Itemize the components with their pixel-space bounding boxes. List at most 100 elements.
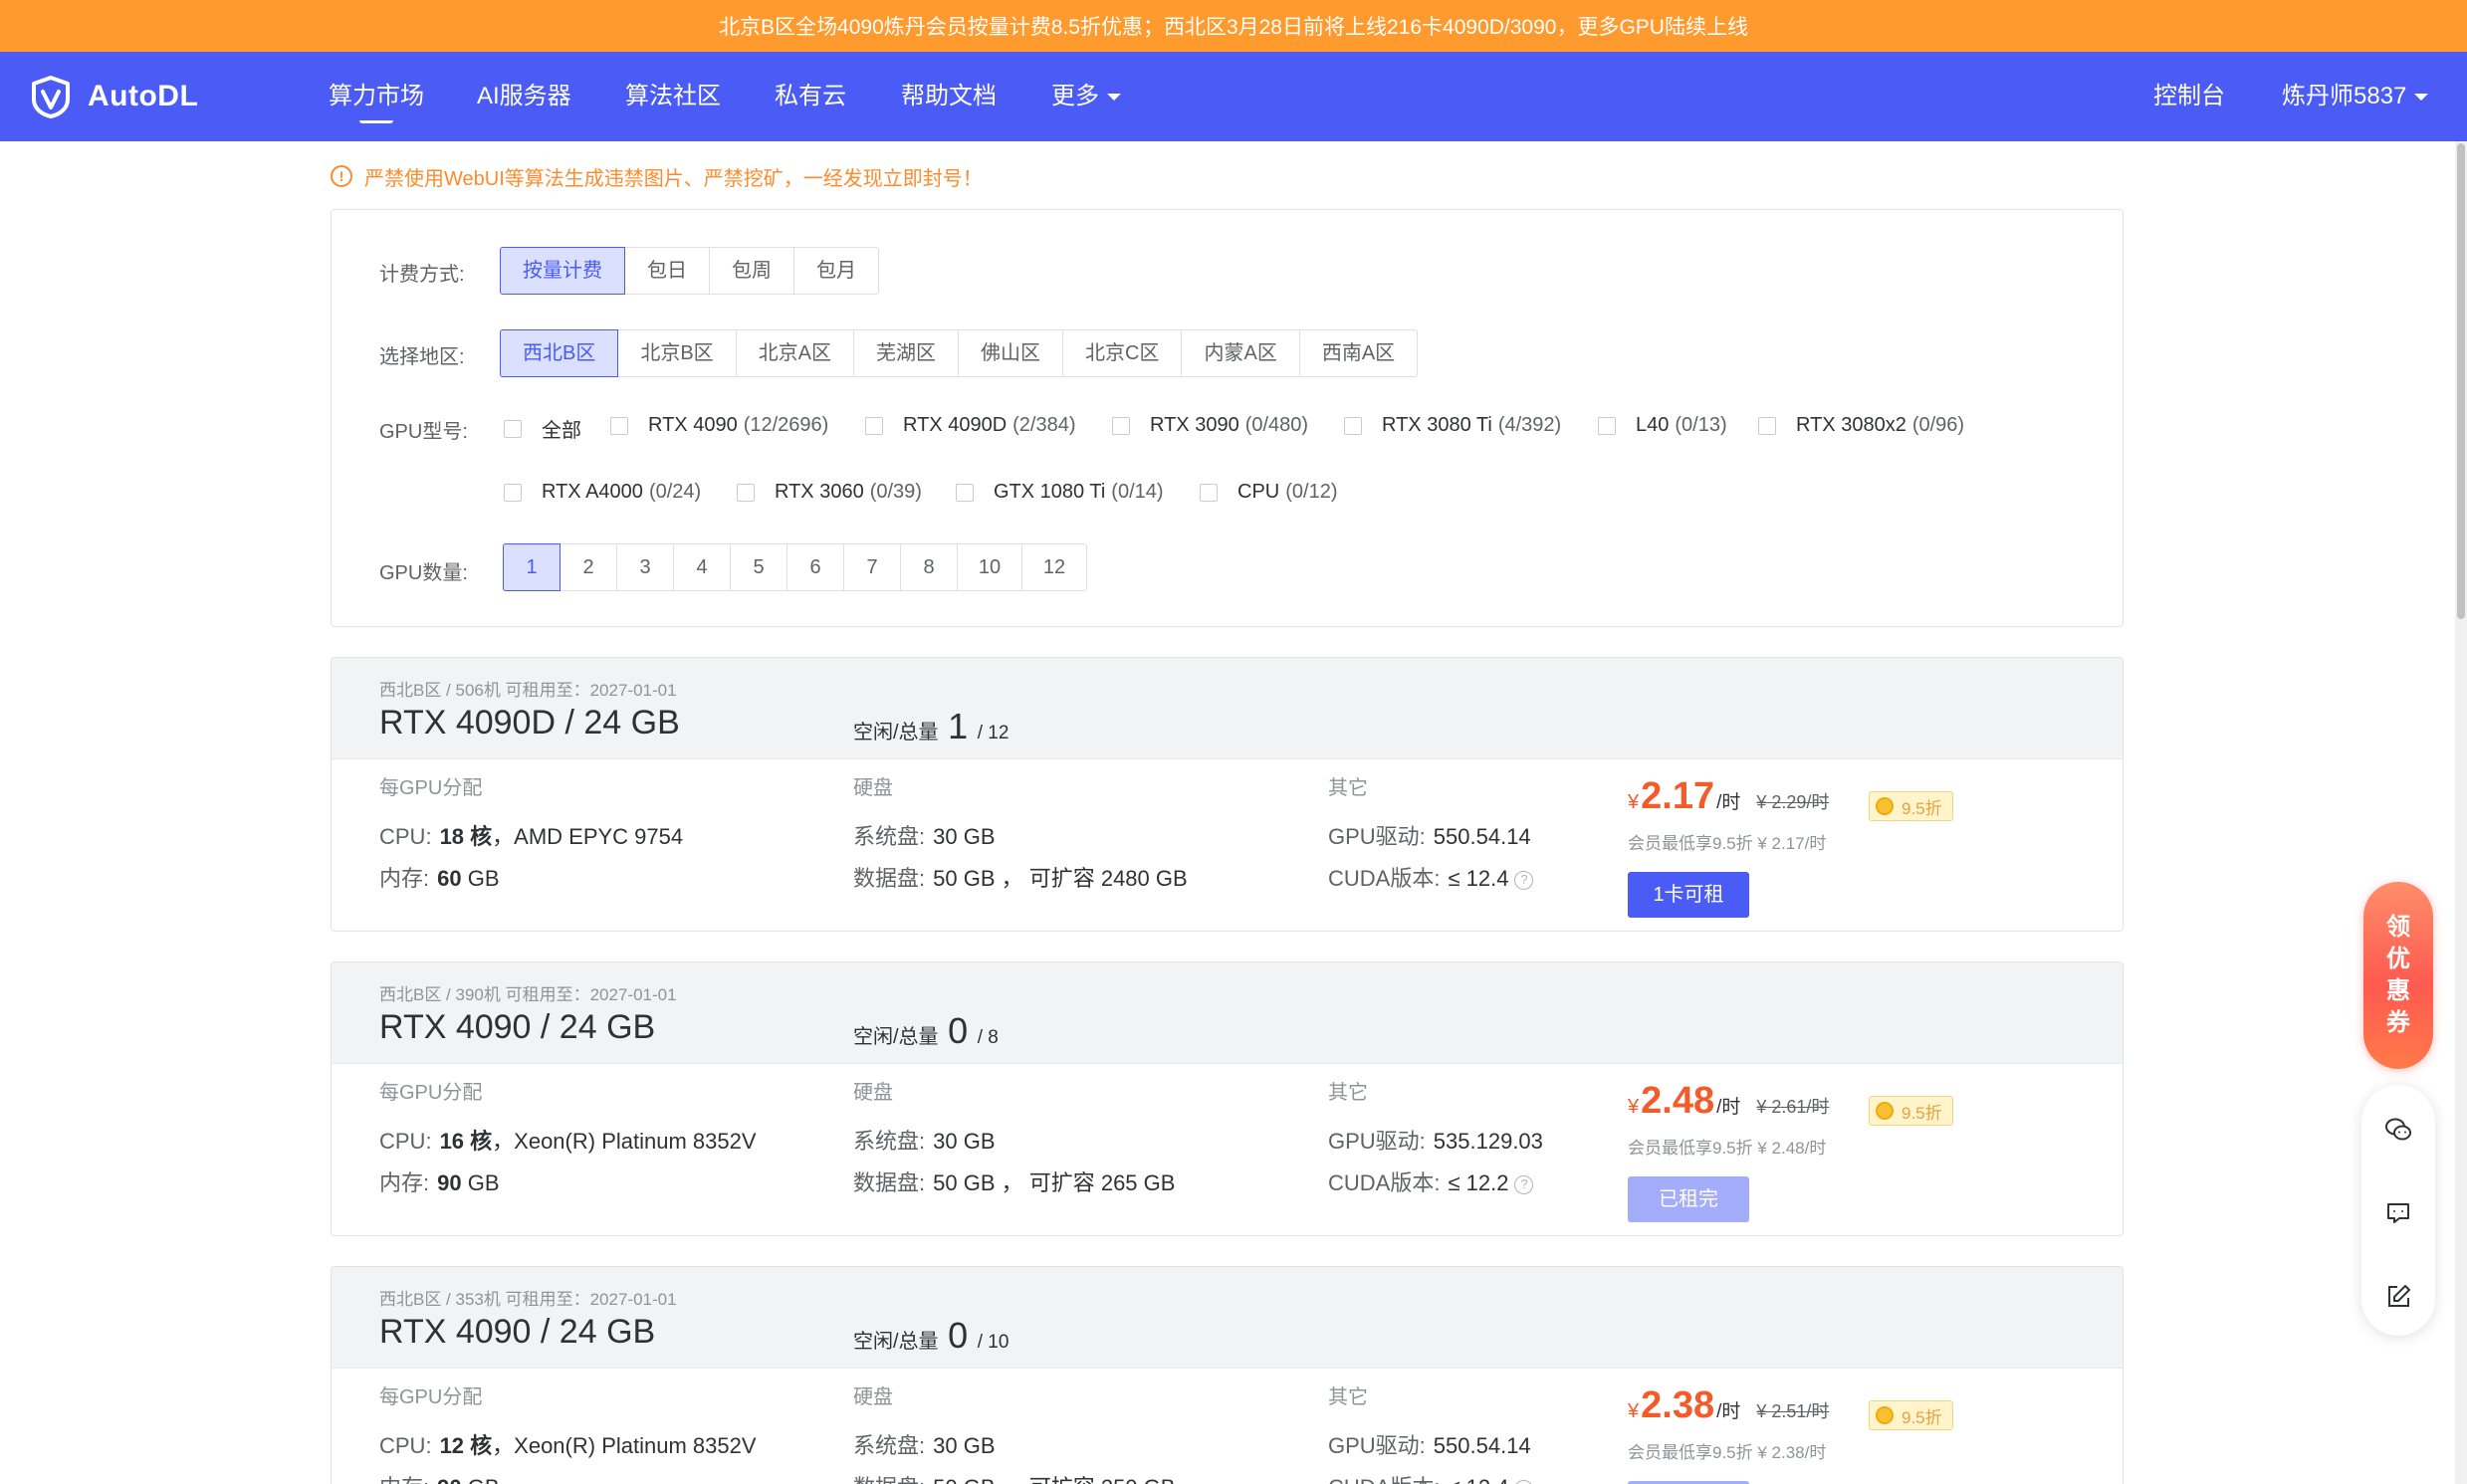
checkbox[interactable]	[1344, 416, 1362, 435]
gpu-option[interactable]: L40 (0/13)	[1598, 414, 1727, 437]
gpu-count-option[interactable]: 6	[786, 543, 844, 591]
billing-option-monthly[interactable]: 包月	[793, 247, 879, 295]
gpu-option[interactable]: RTX A4000 (0/24)	[504, 481, 701, 504]
checkbox[interactable]	[956, 483, 974, 502]
region-option[interactable]: 西南A区	[1298, 329, 1419, 377]
checkbox[interactable]	[1758, 416, 1776, 435]
checkbox[interactable]	[610, 416, 628, 435]
checkbox[interactable]	[504, 483, 522, 502]
edit-icon[interactable]	[2381, 1280, 2415, 1314]
nav-help-docs[interactable]: 帮助文档	[901, 52, 997, 141]
gpu-driver-value: 550.54.14	[1433, 824, 1531, 849]
system-disk-spec: 系统盘: 30 GB	[853, 819, 996, 851]
checkbox[interactable]	[1200, 483, 1218, 502]
gpu-count-option[interactable]: 7	[843, 543, 901, 591]
warning-text: 严禁使用WebUI等算法生成违禁图片、严禁挖矿，一经发现立即封号！	[364, 167, 983, 190]
gpu-count-option[interactable]: 12	[1021, 543, 1087, 591]
idle-total: 空闲/总量 0 / 8	[853, 1010, 999, 1052]
memory-value: 60	[437, 866, 462, 891]
gpu-option[interactable]: RTX 4090 (12/2696)	[610, 414, 828, 437]
gpu-count-option[interactable]: 2	[560, 543, 617, 591]
nav-more[interactable]: 更多	[1051, 52, 1121, 141]
price-unit: /时	[1716, 1097, 1741, 1118]
nav-ai-server[interactable]: AI服务器	[477, 52, 571, 141]
spec-key: GPU驱动:	[1328, 1129, 1426, 1154]
checkbox[interactable]	[1598, 416, 1616, 435]
gpu-option-name: 全部	[542, 420, 581, 442]
billing-option-pay-as-you-go[interactable]: 按量计费	[500, 247, 625, 295]
gpu-option[interactable]: RTX 3080 Ti (4/392)	[1344, 414, 1561, 437]
system-disk-spec: 系统盘: 30 GB	[853, 1428, 996, 1460]
price-unit: /时	[1716, 1401, 1741, 1422]
memory-value: 90	[437, 1170, 462, 1195]
region-option[interactable]: 西北B区	[500, 329, 619, 377]
region-option[interactable]: 芜湖区	[853, 329, 960, 377]
spec-key: 数据盘:	[853, 1170, 926, 1195]
gpu-option[interactable]: GTX 1080 Ti (0/14)	[956, 481, 1164, 504]
card-header: 西北B区 / 506机 可租用至：2027-01-01 RTX 4090D / …	[332, 658, 2123, 759]
region-option[interactable]: 佛山区	[958, 329, 1064, 377]
checkbox[interactable]	[737, 483, 755, 502]
spec-key: 内存:	[379, 1170, 430, 1195]
nav-private-cloud[interactable]: 私有云	[775, 52, 846, 141]
nav-console[interactable]: 控制台	[2153, 52, 2225, 141]
top-navbar: AutoDL 算力市场 AI服务器 算法社区 私有云 帮助文档 更多 控制台 炼…	[0, 52, 2467, 141]
spec-key: 系统盘:	[853, 824, 926, 849]
billing-option-weekly[interactable]: 包周	[709, 247, 794, 295]
spec-key: 系统盘:	[853, 1433, 926, 1458]
checkbox[interactable]	[504, 419, 522, 438]
currency: ¥	[1628, 1400, 1640, 1422]
idle-total-label: 空闲/总量	[853, 1331, 939, 1353]
gpu-option[interactable]: RTX 3080x2 (0/96)	[1758, 414, 1964, 437]
billing-selector: 按量计费 包日 包周 包月	[500, 247, 879, 295]
rent-button[interactable]: 1卡可租	[1628, 872, 1749, 918]
gpu-count-selector: 1 2 3 4 5 6 7 8 10 12	[503, 543, 1087, 591]
gpu-count-option[interactable]: 1	[503, 543, 561, 591]
machine-title: RTX 4090D / 24 GB	[379, 704, 680, 742]
scrollbar-thumb[interactable]	[2457, 143, 2465, 619]
region-option[interactable]: 内蒙A区	[1181, 329, 1300, 377]
wechat-icon[interactable]	[2381, 1113, 2415, 1147]
chat-icon[interactable]	[2381, 1196, 2415, 1230]
gpu-count-option[interactable]: 8	[900, 543, 958, 591]
checkbox[interactable]	[1112, 416, 1130, 435]
nav-compute-market[interactable]: 算力市场	[329, 52, 424, 141]
gpu-option[interactable]: RTX 4090D (2/384)	[865, 414, 1076, 437]
sold-out-button[interactable]: 已租完	[1628, 1176, 1749, 1222]
machine-card: 西北B区 / 353机 可租用至：2027-01-01 RTX 4090 / 2…	[331, 1266, 2124, 1484]
nav-label: 算法社区	[625, 83, 721, 109]
data-disk-spec: 数据盘: 50 GB ， 可扩容 250 GB	[853, 1470, 1175, 1484]
gpu-option[interactable]: CPU (0/12)	[1200, 481, 1337, 504]
brand-name: AutoDL	[88, 80, 199, 112]
gpu-option[interactable]: RTX 3060 (0/39)	[737, 481, 922, 504]
data-disk-value: 50 GB ， 可扩容 265 GB	[933, 1170, 1176, 1195]
gpu-option-name: L40	[1636, 414, 1670, 436]
gpu-count-option[interactable]: 10	[957, 543, 1022, 591]
autodl-logo-icon	[32, 76, 70, 118]
checkbox[interactable]	[865, 416, 883, 435]
user-menu[interactable]: 炼丹师5837	[2282, 52, 2429, 141]
billing-option-daily[interactable]: 包日	[624, 247, 710, 295]
gpu-count-option[interactable]: 3	[616, 543, 674, 591]
machine-card: 西北B区 / 390机 可租用至：2027-01-01 RTX 4090 / 2…	[331, 961, 2124, 1236]
question-icon[interactable]: ?	[1514, 1174, 1534, 1194]
question-icon[interactable]: ?	[1514, 870, 1534, 890]
coin-icon	[1876, 797, 1894, 815]
logo[interactable]: AutoDL	[28, 72, 198, 121]
coupon-button[interactable]: 领 优 惠 券	[2363, 882, 2433, 1069]
region-option[interactable]: 北京A区	[735, 329, 855, 377]
cuda-value: ≤ 12.2	[1448, 1170, 1509, 1195]
original-price: ¥ 2.29/时	[1756, 792, 1830, 812]
gpu-option[interactable]: RTX 3090 (0/480)	[1112, 414, 1308, 437]
region-option[interactable]: 北京C区	[1062, 329, 1183, 377]
gpu-option-all[interactable]: 全部	[504, 414, 581, 443]
gpu-count-option[interactable]: 5	[730, 543, 787, 591]
gpu-count-option[interactable]: 4	[673, 543, 731, 591]
region-label: 选择地区:	[379, 346, 465, 368]
region-option[interactable]: 北京B区	[617, 329, 737, 377]
spec-key: GPU驱动:	[1328, 824, 1426, 849]
cpu-model: ，Xeon(R) Platinum 8352V	[492, 1433, 757, 1458]
cuda-spec: CUDA版本: ≤ 12.4?	[1328, 861, 1534, 893]
question-icon[interactable]: ?	[1514, 1479, 1534, 1484]
nav-algorithm-community[interactable]: 算法社区	[625, 52, 721, 141]
